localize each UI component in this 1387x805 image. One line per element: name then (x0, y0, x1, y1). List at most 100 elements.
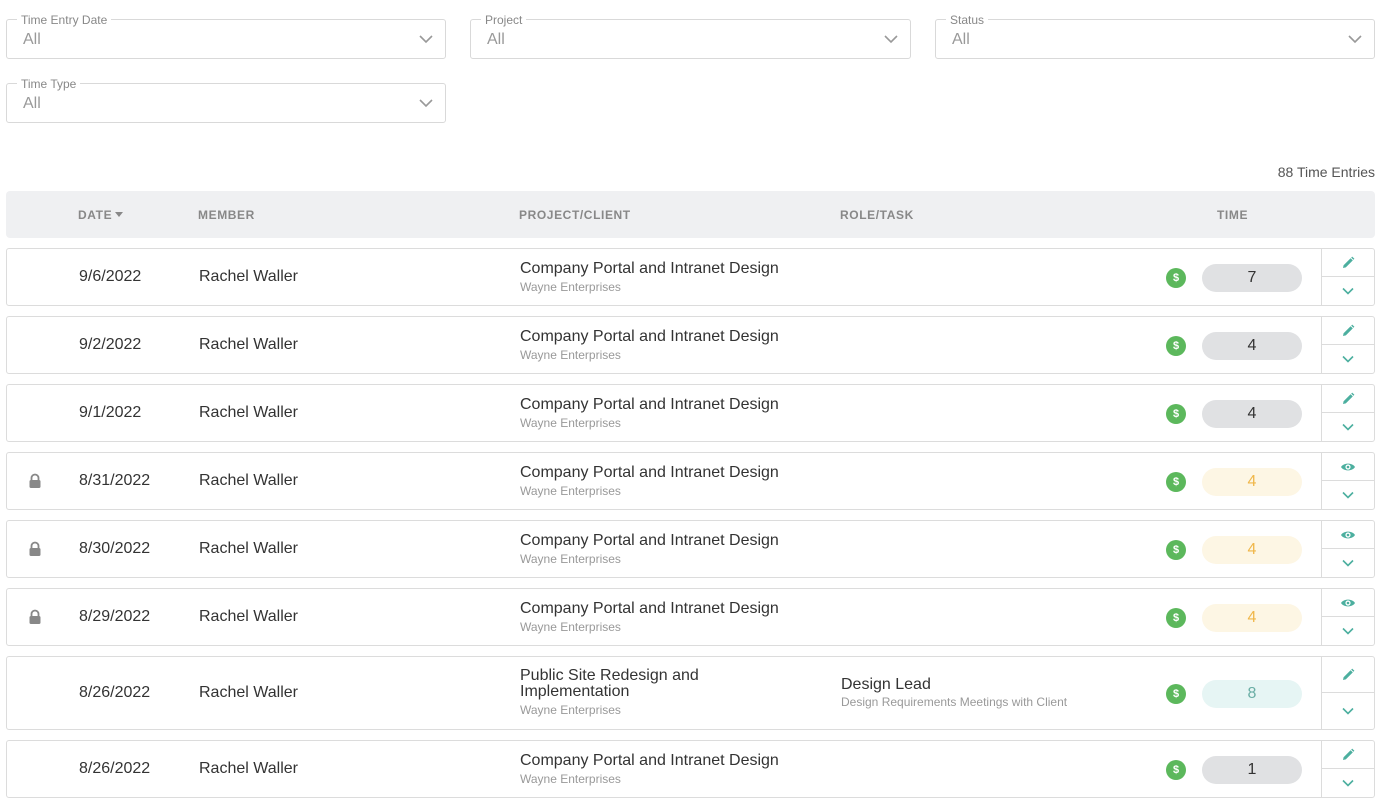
client-name: Wayne Enterprises (520, 620, 621, 634)
filter-value: All (487, 31, 505, 48)
entry-member: Rachel Waller (199, 404, 298, 421)
billable-icon: $ (1166, 268, 1186, 288)
filter-label: Status (946, 13, 989, 27)
entry-member: Rachel Waller (199, 336, 298, 353)
client-name: Wayne Enterprises (520, 348, 621, 362)
project-name: Company Portal and Intranet Design (520, 532, 779, 549)
entry-date: 9/6/2022 (79, 268, 142, 285)
expand-button[interactable] (1322, 277, 1374, 305)
entry-date: 8/26/2022 (79, 684, 151, 701)
row-actions (1321, 453, 1374, 509)
view-icon (1322, 521, 1374, 548)
client-name: Wayne Enterprises (520, 552, 621, 566)
project-name: Company Portal and Intranet Design (520, 396, 779, 413)
billable-icon: $ (1166, 472, 1186, 492)
table-row[interactable]: 9/6/2022 Rachel Waller Company Portal and … (6, 248, 1375, 306)
chevron-down-icon (1348, 35, 1362, 44)
edit-button[interactable] (1322, 657, 1374, 693)
expand-button[interactable] (1322, 345, 1374, 373)
project-name: Company Portal and Intranet Design (520, 464, 779, 481)
entry-date: 8/29/2022 (79, 608, 151, 625)
time-pill: 4 (1202, 332, 1302, 360)
entry-project: Company Portal and Intranet Design Wayne … (520, 600, 820, 635)
chevron-down-icon (419, 99, 433, 108)
project-name: Company Portal and Intranet Design (520, 328, 779, 345)
billable-icon: $ (1166, 404, 1186, 424)
entry-project: Company Portal and Intranet Design Wayne … (520, 396, 820, 431)
task-name: Design Requirements Meetings with Client (841, 695, 1068, 709)
chevron-down-icon (1322, 769, 1374, 797)
edit-button[interactable] (1322, 741, 1374, 769)
billable-icon: $ (1166, 608, 1186, 628)
chevron-down-icon (1322, 345, 1374, 373)
row-actions (1321, 249, 1374, 305)
table-row[interactable]: 9/1/2022 Rachel Waller Company Portal and … (6, 384, 1375, 442)
table-row[interactable]: 8/31/2022 Rachel Waller Company Portal and… (6, 452, 1375, 510)
entry-role: Design Lead Design Requirements Meetings … (841, 676, 1067, 709)
edit-button[interactable] (1322, 317, 1374, 345)
filter-project[interactable]: Project All (470, 13, 911, 59)
filter-label: Time Entry Date (17, 13, 112, 27)
billable-icon: $ (1166, 684, 1186, 704)
expand-button[interactable] (1322, 769, 1374, 797)
chevron-down-icon (1322, 549, 1374, 577)
time-pill: 4 (1202, 536, 1302, 564)
entry-date: 8/30/2022 (79, 540, 151, 557)
expand-button[interactable] (1322, 413, 1374, 441)
billable-icon: $ (1166, 336, 1186, 356)
view-button[interactable] (1322, 521, 1374, 549)
entry-project: Company Portal and Intranet Design Wayne … (520, 464, 820, 499)
expand-button[interactable] (1322, 693, 1374, 729)
view-button[interactable] (1322, 589, 1374, 617)
edit-icon (1322, 249, 1374, 276)
column-label: DATE (78, 208, 113, 222)
filter-time-entry-date[interactable]: Time Entry Date All (6, 13, 446, 59)
entry-member: Rachel Waller (199, 684, 298, 701)
row-actions (1321, 657, 1374, 729)
column-header-time[interactable]: TIME (1217, 208, 1248, 222)
entry-date: 9/1/2022 (79, 404, 142, 421)
filter-value: All (23, 95, 41, 112)
edit-button[interactable] (1322, 249, 1374, 277)
filter-status[interactable]: Status All (935, 13, 1375, 59)
chevron-down-icon (1322, 617, 1374, 645)
view-button[interactable] (1322, 453, 1374, 481)
edit-icon (1322, 741, 1374, 768)
project-name: Company Portal and Intranet Design (520, 600, 779, 617)
entry-member: Rachel Waller (199, 268, 298, 285)
table-row[interactable]: 9/2/2022 Rachel Waller Company Portal and … (6, 316, 1375, 374)
chevron-down-icon (1322, 693, 1374, 729)
entry-project: Company Portal and Intranet Design Wayne … (520, 328, 820, 363)
client-name: Wayne Enterprises (520, 772, 621, 786)
client-name: Wayne Enterprises (520, 280, 621, 294)
row-actions (1321, 385, 1374, 441)
filter-value: All (23, 31, 41, 48)
entries-count: 88 Time Entries (1277, 164, 1375, 180)
expand-button[interactable] (1322, 549, 1374, 577)
column-header-date[interactable]: DATE (78, 208, 124, 222)
table-row[interactable]: 8/29/2022 Rachel Waller Company Portal and… (6, 588, 1375, 646)
chevron-down-icon (1322, 481, 1374, 509)
entry-member: Rachel Waller (199, 472, 298, 489)
role-name: Design Lead (841, 676, 931, 693)
entry-project: Company Portal and Intranet Design Wayne … (520, 753, 820, 787)
table-row[interactable]: 8/30/2022 Rachel Waller Company Portal and… (6, 520, 1375, 578)
lock-icon (27, 541, 43, 557)
edit-icon (1322, 657, 1374, 692)
column-header-role[interactable]: ROLE/TASK (840, 208, 914, 222)
chevron-down-icon (884, 35, 898, 44)
time-pill: 1 (1202, 756, 1302, 784)
column-header-project[interactable]: PROJECT/CLIENT (519, 208, 631, 222)
billable-icon: $ (1166, 540, 1186, 560)
table-row[interactable]: 8/26/2022 Rachel Waller Company Portal and… (6, 740, 1375, 798)
expand-button[interactable] (1322, 481, 1374, 509)
edit-button[interactable] (1322, 385, 1374, 413)
entry-project: Company Portal and Intranet Design Wayne … (520, 261, 820, 295)
edit-icon (1322, 317, 1374, 344)
expand-button[interactable] (1322, 617, 1374, 645)
filter-time-type[interactable]: Time Type All (6, 77, 446, 123)
table-row[interactable]: 8/26/2022 Rachel Waller Public Site Redesi… (6, 656, 1375, 730)
row-actions (1321, 589, 1374, 645)
column-header-member[interactable]: MEMBER (198, 208, 255, 222)
client-name: Wayne Enterprises (520, 416, 621, 430)
